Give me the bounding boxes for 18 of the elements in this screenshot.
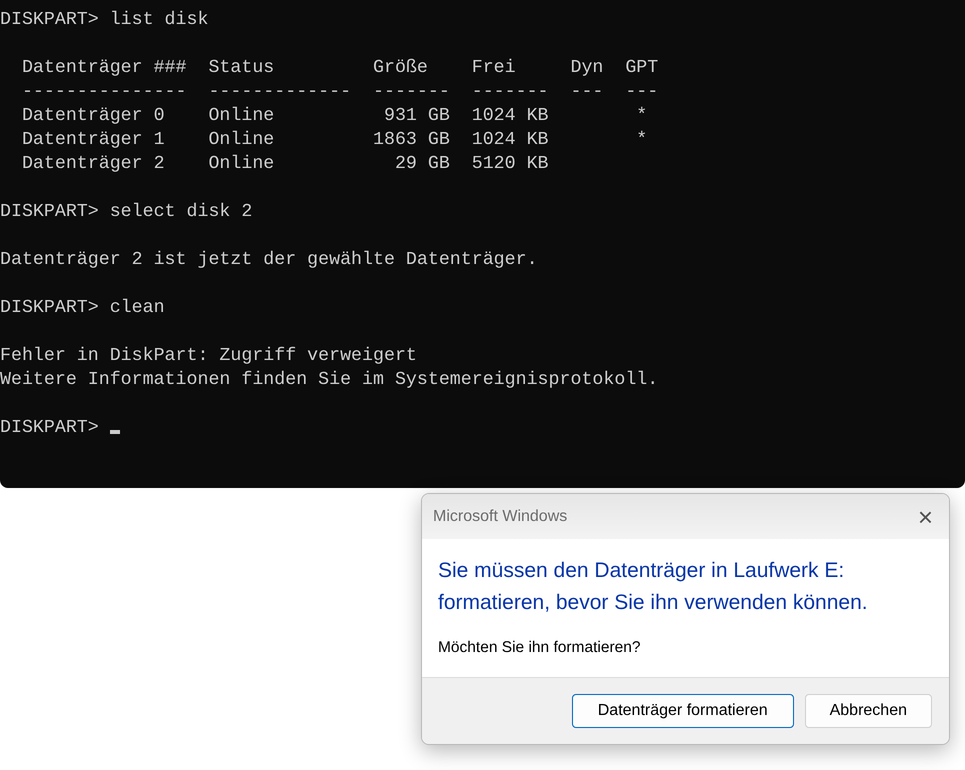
console-command-line: DISKPART> select disk 2	[0, 201, 252, 224]
console-output-line: Datenträger ### Status Größe Frei Dyn GPT	[20, 57, 658, 80]
console-output-line: Weitere Informationen finden Sie im Systemereignisprotokoll.	[0, 369, 658, 392]
console-command-line: DISKPART> clean	[0, 297, 165, 320]
console-command-line: DISKPART>	[0, 417, 100, 440]
cancel-button[interactable]: Abbrechen	[804, 694, 932, 728]
format-button[interactable]: Datenträger formatieren	[572, 694, 794, 728]
close-button[interactable]: ×	[914, 504, 937, 530]
console-output-line: Datenträger 2 Online 29 GB 5120 KB	[20, 153, 549, 176]
dialog-title: Microsoft Windows	[433, 508, 568, 526]
console-output-line: --------------- ------------- ------- ------- --- ---	[20, 81, 658, 104]
console-output-line: Datenträger 0 Online 931 GB 1024 KB *	[20, 105, 648, 128]
main-instruction: Sie müssen den Datenträger in Laufwerk E: formatieren, bevor Sie ihn verwenden können.	[438, 558, 869, 616]
dialog-question: Möchten Sie ihn formatieren?	[438, 639, 642, 657]
console-output-line: Datenträger 1 Online 1863 GB 1024 KB *	[20, 129, 648, 152]
console-output-line: Datenträger 2 ist jetzt der gewählte Datenträger.	[0, 249, 538, 272]
console-output-line: Fehler in DiskPart: Zugriff verweigert	[0, 345, 417, 368]
console-command-line: DISKPART> list disk	[0, 9, 208, 32]
